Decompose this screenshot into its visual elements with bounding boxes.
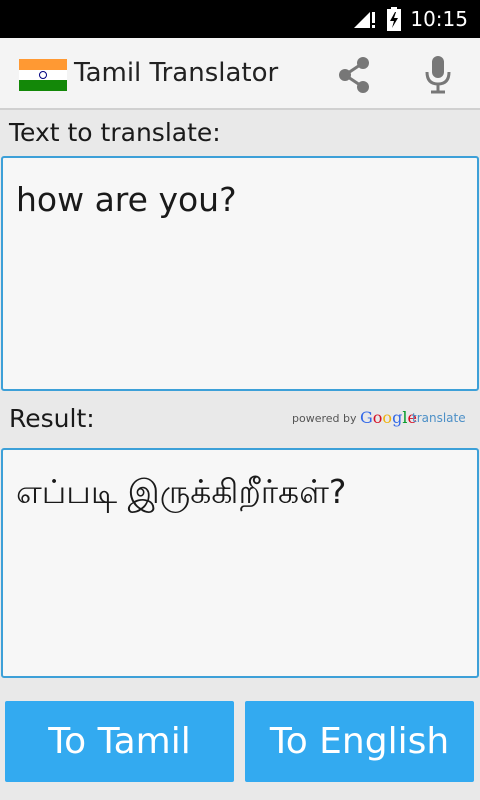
result-text-box[interactable]: எப்படி இருக்கிறீர்கள்? [1, 448, 479, 678]
to-english-button[interactable]: To English [245, 701, 474, 782]
battery-charging-icon [387, 7, 401, 31]
source-label: Text to translate: [9, 118, 221, 147]
to-tamil-button[interactable]: To Tamil [5, 701, 234, 782]
powered-by-text: powered by [292, 412, 357, 425]
google-logo: Google [360, 408, 417, 427]
microphone-icon[interactable] [420, 54, 456, 96]
source-text-input[interactable]: how are you? [1, 156, 479, 391]
result-label: Result: [9, 404, 95, 433]
share-icon[interactable] [332, 55, 376, 95]
google-translate-attribution: powered by Google translate [292, 408, 468, 428]
google-letter: o [382, 408, 393, 427]
google-letter: G [360, 408, 373, 427]
status-bar: 10:15 [0, 0, 480, 38]
google-letter: o [372, 408, 383, 427]
india-flag-icon[interactable] [19, 59, 67, 91]
signal-icon [354, 12, 375, 28]
result-text[interactable]: எப்படி இருக்கிறீர்கள்? [16, 472, 346, 516]
translate-text: translate [412, 411, 466, 425]
source-text[interactable]: how are you? [16, 180, 237, 219]
clock: 10:15 [410, 7, 468, 31]
action-bar: Tamil Translator [0, 38, 480, 110]
app-title: Tamil Translator [74, 58, 279, 88]
google-letter: g [392, 408, 403, 427]
